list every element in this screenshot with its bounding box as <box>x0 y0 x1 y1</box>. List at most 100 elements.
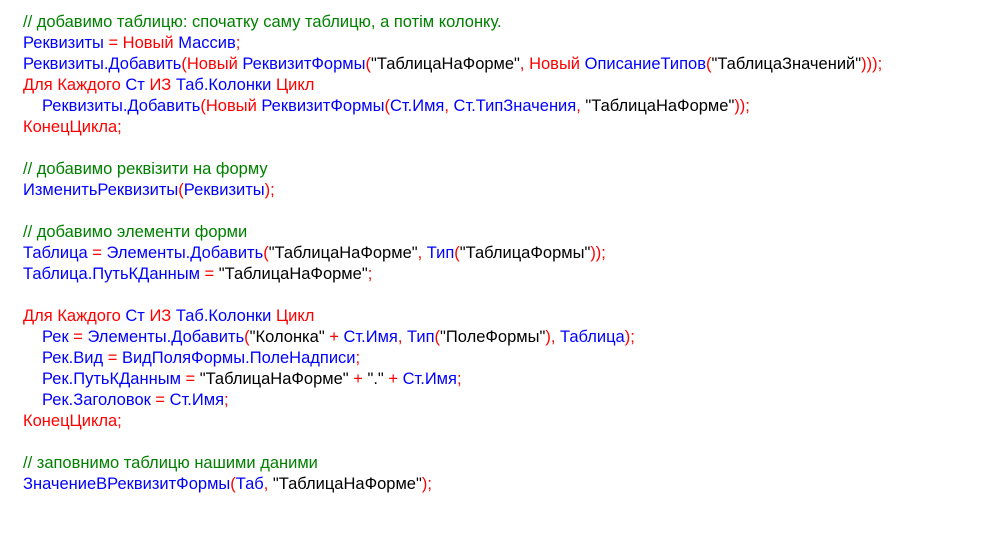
code-identifier: Ст.Имя <box>390 97 445 115</box>
code-identifier: Ст <box>125 307 150 325</box>
code-identifier: РеквизитФормы <box>242 55 366 73</box>
code-keyword: + <box>383 370 403 388</box>
code-keyword: , <box>576 97 586 115</box>
code-line: // добавимо элементи форми <box>23 222 882 243</box>
code-line: Реквизиты.Добавить(Новый РеквизитФормы(С… <box>23 96 882 117</box>
code-string: "ТаблицаНаФорме" <box>585 97 735 115</box>
code-identifier: ЗначениеВРеквизитФормы <box>23 475 231 493</box>
code-identifier: Реквизиты <box>183 181 265 199</box>
code-keyword: + <box>348 370 368 388</box>
code-comment: // заповнимо таблицю нашими даними <box>23 454 318 472</box>
code-keyword: , <box>417 244 427 262</box>
code-keyword: ; <box>456 370 462 388</box>
code-identifier: Ст.Имя <box>343 328 398 346</box>
code-keyword: )); <box>734 97 750 115</box>
code-keyword: ), <box>545 328 561 346</box>
code-keyword: ); <box>264 181 275 199</box>
code-comment: // добавимо элементи форми <box>23 223 248 241</box>
code-keyword: , <box>444 97 454 115</box>
code-line: Рек = Элементы.Добавить("Колонка" + Ст.И… <box>23 327 882 348</box>
code-keyword: + <box>324 328 344 346</box>
code-identifier: Реквизиты <box>23 34 109 52</box>
code-line: // заповнимо таблицю нашими даними <box>23 453 882 474</box>
code-keyword: , Новый <box>519 55 585 73</box>
code-string: "ПолеФормы" <box>440 328 546 346</box>
code-identifier: Ст <box>125 76 150 94</box>
code-identifier: Реквизиты.Добавить <box>42 97 201 115</box>
code-keyword: ; <box>367 265 373 283</box>
code-comment: // добавимо таблицю: спочатку саму табли… <box>23 13 502 31</box>
code-line: Таблица = Элементы.Добавить("ТаблицаНаФо… <box>23 243 882 264</box>
code-keyword: Цикл <box>275 76 315 94</box>
code-string: "ТаблицаФормы" <box>459 244 591 262</box>
code-identifier: Массив <box>178 34 236 52</box>
code-identifier: Рек.Вид <box>42 349 108 367</box>
code-keyword: Для Каждого <box>23 76 126 94</box>
code-identifier: Таблица.ПутьКДанным <box>23 265 205 283</box>
code-line: Рек.Вид = ВидПоляФормы.ПолеНадписи; <box>23 348 882 369</box>
code-string: "." <box>367 370 384 388</box>
code-string: "Колонка" <box>249 328 325 346</box>
code-string: "ТаблицаНаФорме" <box>272 475 422 493</box>
code-identifier: Ст.ТипЗначения <box>453 97 577 115</box>
code-keyword: = <box>73 328 88 346</box>
code-line: // добавимо реквізити на форму <box>23 159 882 180</box>
code-keyword: (Новый <box>181 55 243 73</box>
code-string: "ТаблицаНаФорме" <box>199 370 349 388</box>
code-identifier: Рек <box>42 328 74 346</box>
code-identifier: Тип <box>426 244 455 262</box>
code-identifier: Рек.ПутьКДанным <box>42 370 186 388</box>
code-keyword: Для Каждого <box>23 307 126 325</box>
code-string: "ТаблицаНаФорме" <box>371 55 520 73</box>
code-keyword: ИЗ <box>149 307 176 325</box>
code-identifier: Ст.Имя <box>169 391 225 409</box>
code-keyword: ; <box>355 349 361 367</box>
code-keyword: Цикл <box>275 307 315 325</box>
code-identifier: Рек.Заголовок <box>42 391 156 409</box>
code-keyword: = <box>92 244 107 262</box>
code-line: Таблица.ПутьКДанным = "ТаблицаНаФорме"; <box>23 264 882 285</box>
code-line: Для Каждого Ст ИЗ Таб.Колонки Цикл <box>23 306 882 327</box>
code-keyword: = Новый <box>108 34 179 52</box>
code-identifier: Таб <box>235 475 264 493</box>
code-keyword: ); <box>421 475 432 493</box>
code-keyword: ; <box>235 34 241 52</box>
code-keyword: КонецЦикла; <box>23 118 122 136</box>
code-identifier: Таблица <box>23 244 93 262</box>
code-line: ИзменитьРеквизиты(Реквизиты); <box>23 180 882 201</box>
code-identifier: Ст.Имя <box>402 370 457 388</box>
code-keyword: = <box>185 370 200 388</box>
code-keyword: )); <box>590 244 606 262</box>
code-line: Реквизиты.Добавить(Новый РеквизитФормы("… <box>23 54 882 75</box>
code-keyword: ); <box>624 328 635 346</box>
code-line: Реквизиты = Новый Массив; <box>23 33 882 54</box>
code-keyword: , <box>397 328 408 346</box>
code-line: Рек.ПутьКДанным = "ТаблицаНаФорме" + "."… <box>23 369 882 390</box>
code-keyword: КонецЦикла; <box>23 412 122 430</box>
code-keyword: = <box>155 391 170 409</box>
code-identifier: Таблица <box>560 328 625 346</box>
code-identifier: РеквизитФормы <box>261 97 385 115</box>
code-identifier: Таб.Колонки <box>175 76 276 94</box>
code-keyword: ; <box>224 391 229 409</box>
code-keyword: , <box>263 475 273 493</box>
code-comment: // добавимо реквізити на форму <box>23 160 268 178</box>
code-line: Рек.Заголовок = Ст.Имя; <box>23 390 882 411</box>
code-line: КонецЦикла; <box>23 117 882 138</box>
code-identifier: ИзменитьРеквизиты <box>23 181 179 199</box>
code-keyword: ))); <box>861 55 883 73</box>
code-line: Для Каждого Ст ИЗ Таб.Колонки Цикл <box>23 75 882 96</box>
code-string: "ТаблицаЗначений" <box>711 55 862 73</box>
code-identifier: ВидПоляФормы.ПолеНадписи <box>121 349 356 367</box>
code-string: "ТаблицаНаФорме" <box>268 244 418 262</box>
code-keyword: (Новый <box>200 97 262 115</box>
code-keyword: = <box>204 265 219 283</box>
code-line: // добавимо таблицю: спочатку саму табли… <box>23 12 882 33</box>
code-string: "ТаблицаНаФорме" <box>218 265 368 283</box>
code-block: // добавимо таблицю: спочатку саму табли… <box>23 12 882 495</box>
code-identifier: Реквизиты.Добавить <box>23 55 182 73</box>
code-identifier: Элементы.Добавить <box>106 244 264 262</box>
code-keyword: = <box>107 349 122 367</box>
